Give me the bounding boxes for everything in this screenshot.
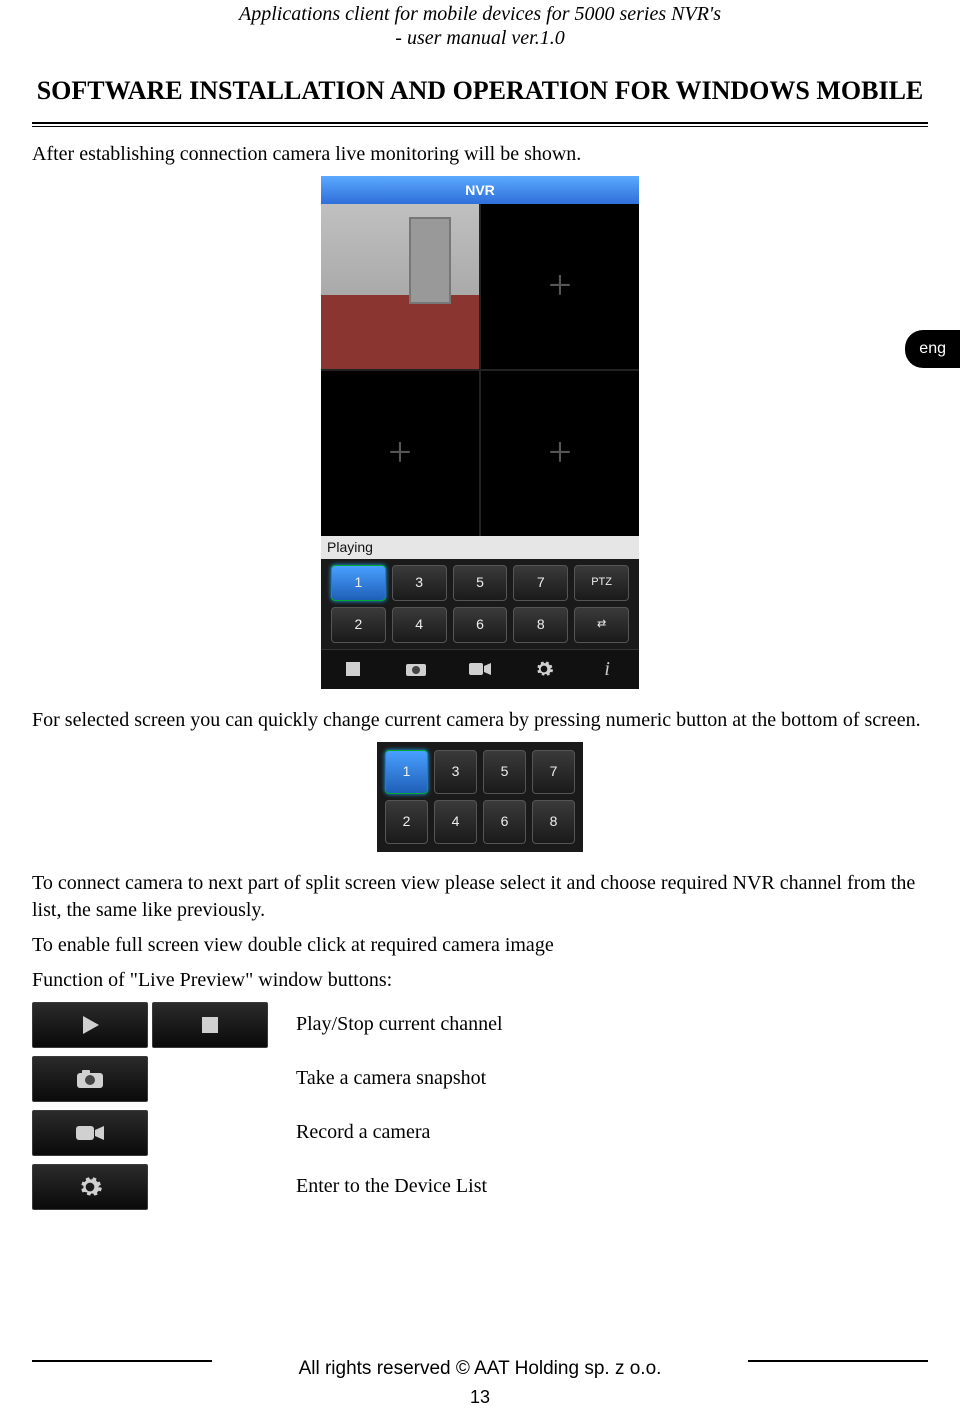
function-label: Play/Stop current channel [296,1011,503,1038]
paragraph: To connect camera to next part of split … [32,870,928,924]
channel-keypad: 1 3 5 7 PTZ 2 4 6 8 ⇄ [321,559,639,649]
camera-grid: + + + [321,204,639,536]
plus-icon: + [548,425,572,482]
function-label: Enter to the Device List [296,1173,487,1200]
key-4[interactable]: 4 [434,800,477,844]
function-row: Record a camera [32,1110,928,1156]
function-row: Play/Stop current channel [32,1002,928,1048]
camera-cell-3[interactable]: + [321,371,479,536]
paragraph: To enable full screen view double click … [32,932,928,959]
page-number: 13 [0,1387,960,1408]
camera-cell-4[interactable]: + [481,371,639,536]
function-row: Take a camera snapshot [32,1056,928,1102]
function-label: Take a camera snapshot [296,1065,486,1092]
stop-icon[interactable] [321,650,385,689]
key-7[interactable]: 7 [513,565,568,601]
camera-icon[interactable] [385,650,449,689]
header-line2: - user manual ver.1.0 [32,26,928,50]
section-title: SOFTWARE INSTALLATION AND OPERATION FOR … [32,76,928,106]
record-icon[interactable] [32,1110,148,1156]
paragraph: Function of "Live Preview" window button… [32,967,928,994]
key-6[interactable]: 6 [453,607,508,643]
play-icon[interactable] [32,1002,148,1048]
footer-text: All rights reserved © AAT Holding sp. z … [0,1358,960,1380]
key-5[interactable]: 5 [483,750,526,794]
key-4[interactable]: 4 [392,607,447,643]
key-2[interactable]: 2 [385,800,428,844]
function-label: Record a camera [296,1119,430,1146]
language-tab[interactable]: eng [905,330,960,368]
phone-screenshot: NVR + + + Playing 1 3 5 7 PTZ 2 4 6 8 ⇄ … [321,176,639,689]
gear-icon[interactable] [512,650,576,689]
app-title-bar: NVR [321,176,639,204]
key-6[interactable]: 6 [483,800,526,844]
paragraph: For selected screen you can quickly chan… [32,707,928,734]
keypad-closeup: 1 3 5 7 2 4 6 8 [377,742,583,852]
plus-icon: + [548,258,572,315]
status-text: Playing [321,536,639,559]
stop-icon[interactable] [152,1002,268,1048]
key-3[interactable]: 3 [434,750,477,794]
camera-icon[interactable] [32,1056,148,1102]
header-line1: Applications client for mobile devices f… [32,2,928,26]
camera-cell-1[interactable] [321,204,479,369]
key-ptz[interactable]: PTZ [574,565,629,601]
key-swap[interactable]: ⇄ [574,607,629,643]
hr-double [32,122,928,127]
key-7[interactable]: 7 [532,750,575,794]
key-1[interactable]: 1 [385,750,428,794]
gear-icon[interactable] [32,1164,148,1210]
paragraph: After establishing connection camera liv… [32,141,928,168]
key-2[interactable]: 2 [331,607,386,643]
key-8[interactable]: 8 [532,800,575,844]
record-icon[interactable] [448,650,512,689]
doc-header: Applications client for mobile devices f… [32,0,928,50]
function-row: Enter to the Device List [32,1164,928,1210]
key-3[interactable]: 3 [392,565,447,601]
camera-thumb [321,204,479,369]
key-5[interactable]: 5 [453,565,508,601]
camera-cell-2[interactable]: + [481,204,639,369]
key-8[interactable]: 8 [513,607,568,643]
key-1[interactable]: 1 [331,565,386,601]
info-icon[interactable]: i [575,650,639,689]
plus-icon: + [388,425,412,482]
bottom-toolbar: i [321,649,639,689]
